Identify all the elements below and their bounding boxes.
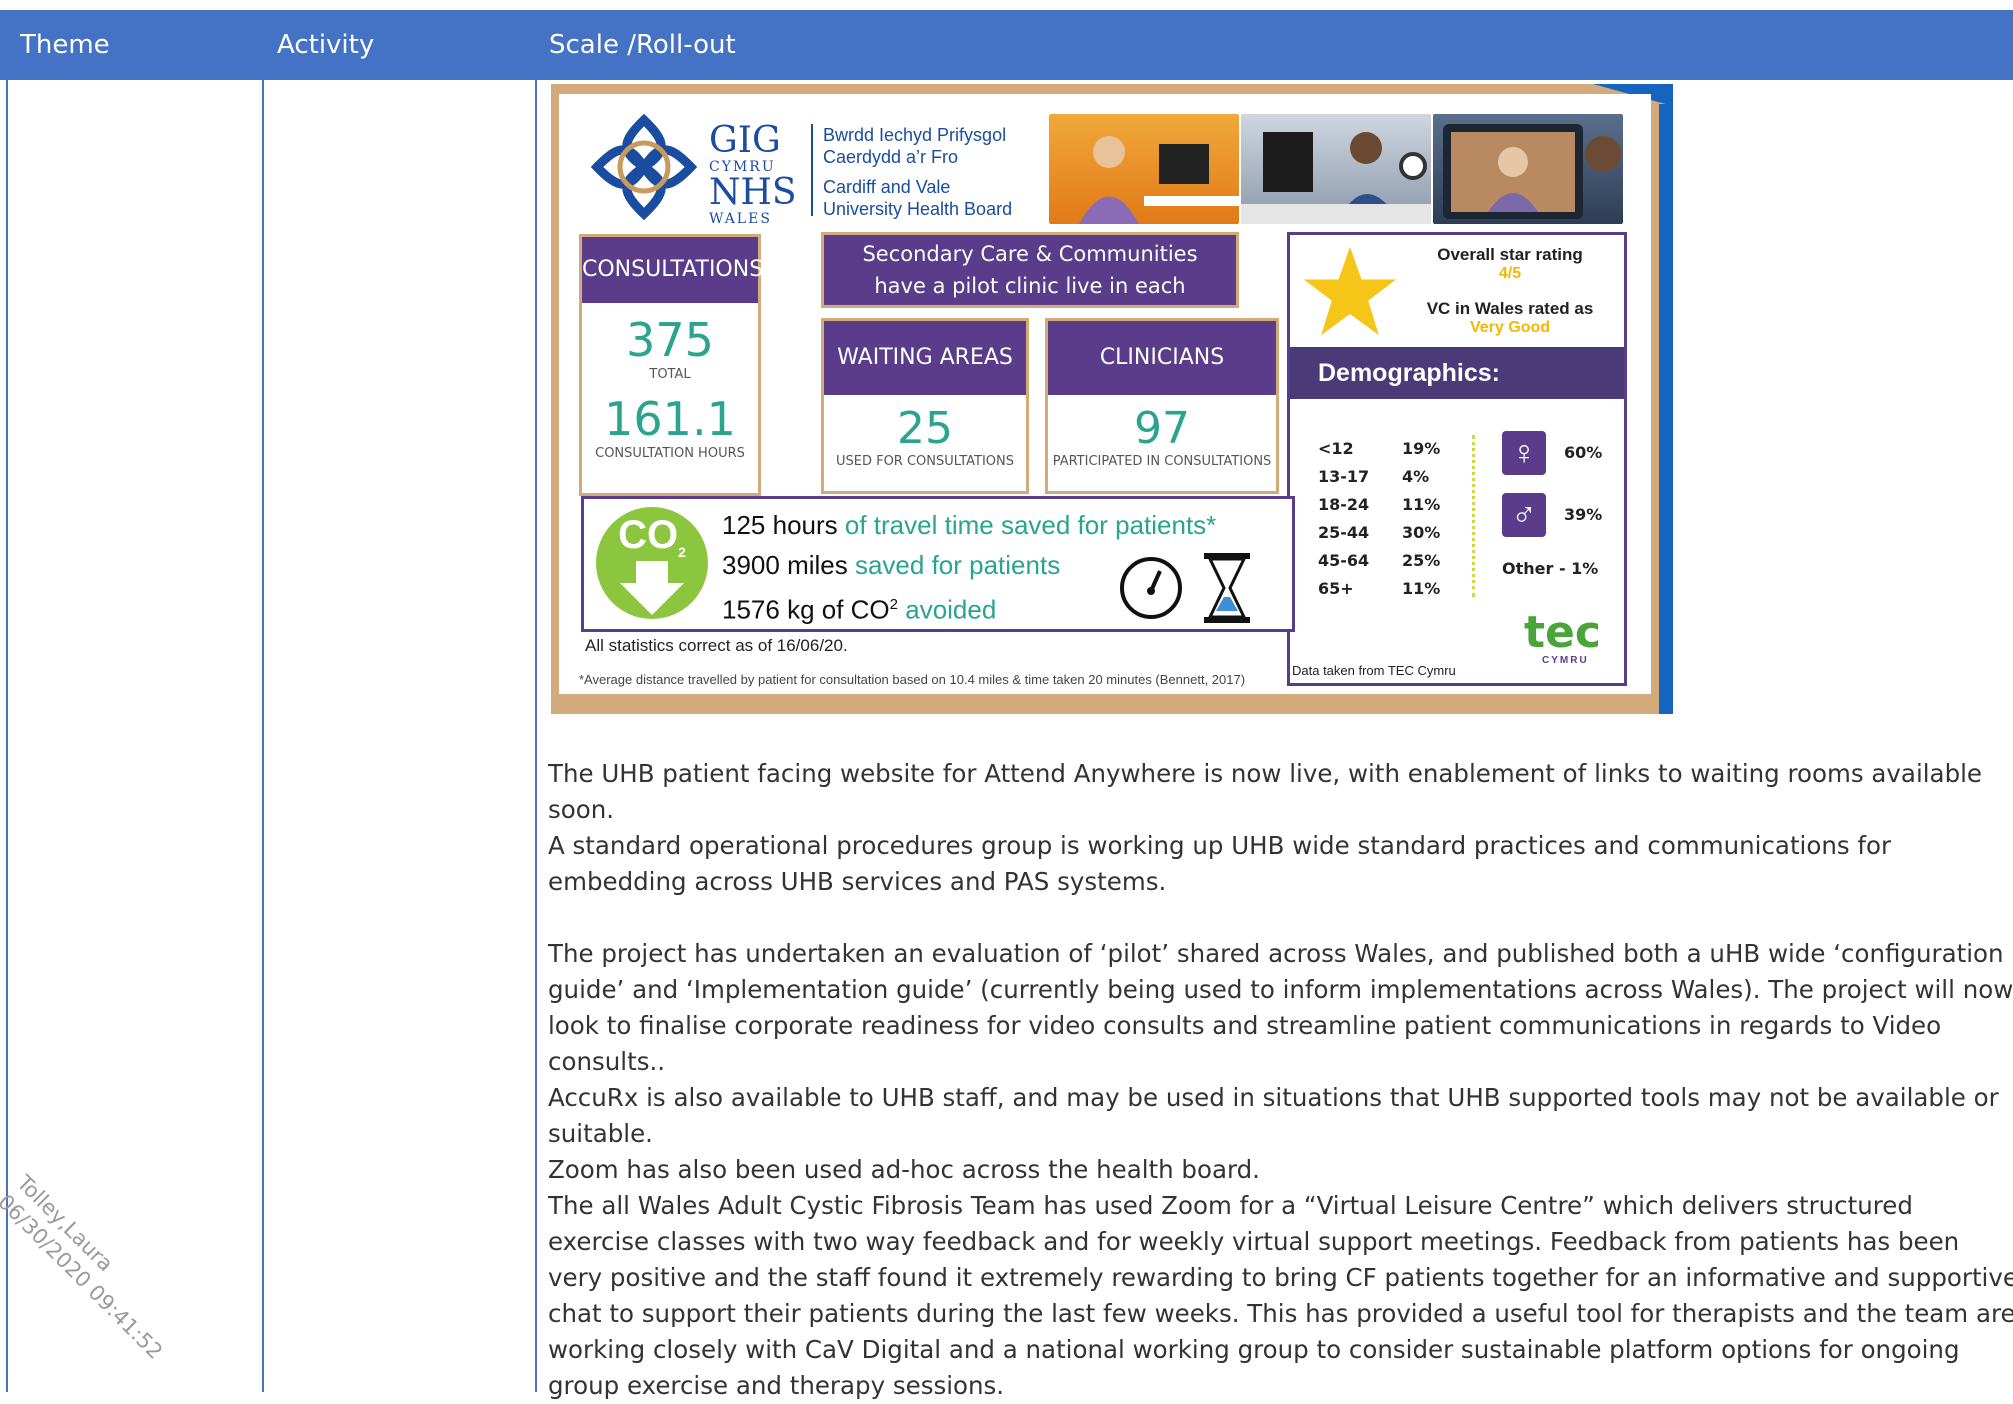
board-welsh-line1: Bwrdd Iechyd Prifysgol [823,125,1007,145]
age-percent: 19% [1402,439,1441,458]
health-board-name: Bwrdd Iechyd Prifysgol Caerdydd a’r Fro … [823,124,1012,220]
co2-avoided-value: 1576 kg of CO [722,594,890,625]
co2-superscript: 2 [889,596,898,613]
header-activity: Activity [277,30,375,60]
gig-nhs-wordmark: GIG CYMRU NHS WALES [709,120,797,227]
waiting-areas-value: 25 [897,403,953,454]
age-range: 13-17 [1318,467,1370,486]
age-range: 25-44 [1318,523,1370,542]
female-icon: ♀ [1502,431,1546,475]
wales-text: WALES [709,211,772,227]
secondary-care-text: Secondary Care & Communities have a pilo… [824,235,1236,330]
board-welsh-line2: Caerdydd a’r Fro [823,147,959,167]
tec-logo: tec [1524,607,1601,658]
vc-rating-value: Very Good [1469,319,1551,336]
infographic-panel: GIG CYMRU NHS WALES Bwrdd Iechyd Prifysg… [559,94,1651,694]
paragraph-text: The all Wales Adult Cystic Fibrosis Team… [548,1191,2013,1400]
other-percent: Other - 1% [1502,559,1599,578]
paragraph-text: The UHB patient facing website for Atten… [548,759,1983,824]
age-range: <12 [1318,439,1354,458]
photo-video-call-screen [1433,114,1623,224]
secondary-care-banner: Secondary Care & Communities have a pilo… [821,232,1239,330]
demographics-title: Demographics: [1290,347,1624,399]
infographic-footnote: *Average distance travelled by patient f… [579,672,1246,687]
nhs-text: NHS [709,172,797,213]
consultation-hours-value: 161.1 [604,392,736,446]
vc-rating-label: VC in Wales rated as [1426,299,1594,318]
consultation-hours-label: CONSULTATION HOURS [595,446,745,461]
gig-text: GIG [709,120,781,161]
clinicians-header: CLINICIANS [1048,321,1276,395]
co2-avoided-label: avoided [905,594,997,625]
photo-patient-at-computer [1049,114,1239,224]
paragraph-text: A standard operational procedures group … [548,831,1892,896]
savings-card: CO2 125 hours of travel time saved for p… [581,496,1295,632]
nhs-wales-knot-icon [590,113,698,221]
watermark-timestamp: 06/30/2020 09:41:52 [0,1189,168,1364]
age-percent-column: 19% 4% 11% 30% 25% 11% [1402,435,1440,603]
rating-demographics-panel: Overall star rating 4/5 VC in Wales rate… [1287,232,1627,686]
star-icon [1303,246,1397,336]
hours-saved-label: of travel time saved for patients* [844,510,1217,540]
demographics-source: Data taken from TEC Cymru [1292,663,1456,678]
co2-icon-subscript: 2 [678,544,686,560]
consultations-total-label: TOTAL [649,367,691,382]
demographics-divider [1472,435,1475,597]
hourglass-icon [1204,553,1250,623]
paragraph-sop-group: A standard operational procedures group … [548,828,2013,900]
star-rating-value: 4/5 [1498,265,1522,282]
clinicians-label: PARTICIPATED IN CONSULTATIONS [1052,454,1272,469]
watermark: Tolley,Laura 06/30/2020 09:41:52 [0,1170,187,1365]
male-icon: ♂ [1502,493,1546,537]
paragraph-text: AccuRx is also available to UHB staff, a… [548,1083,1999,1148]
age-percent: 11% [1402,495,1441,514]
miles-saved-label: saved for patients [854,550,1061,580]
paragraph-text: Zoom has also been used ad-hoc across th… [548,1155,1260,1184]
age-percent: 30% [1402,523,1441,542]
table-header-row: Theme Activity Scale /Roll-out [0,10,2013,80]
consultations-total-value: 375 [626,313,714,367]
clinicians-card: CLINICIANS 97 PARTICIPATED IN CONSULTATI… [1045,318,1279,494]
female-percent: 60% [1564,443,1603,462]
star-rating-label: Overall star rating [1437,245,1583,264]
board-english-line2: University Health Board [823,199,1013,219]
paragraph-text: The project has undertaken an evaluation… [548,939,2013,1076]
header-theme: Theme [20,30,110,60]
logo-separator [811,124,813,216]
age-range: 18-24 [1318,495,1370,514]
paragraph-evaluation: The project has undertaken an evaluation… [548,936,2013,1080]
watermark-name: Tolley,Laura [12,1170,118,1277]
paragraph-website-live: The UHB patient facing website for Atten… [548,756,2013,828]
age-percent: 4% [1402,467,1430,486]
blue-stripe [1659,104,1673,714]
co2-icon-label: CO [618,513,679,557]
waiting-areas-header: WAITING AREAS [824,321,1026,395]
tec-logo-sub: CYMRU [1542,655,1589,666]
age-percent: 25% [1402,551,1441,570]
waiting-areas-label: USED FOR CONSULTATIONS [835,454,1015,469]
infographic-image: GIG CYMRU NHS WALES Bwrdd Iechyd Prifysg… [551,84,1673,714]
paragraph-zoom: Zoom has also been used ad-hoc across th… [548,1152,2013,1404]
stats-date-note: All statistics correct as of 16/06/20. [585,636,848,655]
speedometer-icon [1120,557,1182,619]
waiting-areas-card: WAITING AREAS 25 USED FOR CONSULTATIONS [821,318,1029,494]
consultations-header: CONSULTATIONS [582,237,763,303]
board-english-line1: Cardiff and Vale [823,177,951,197]
age-range: 65+ [1318,579,1354,598]
paragraph-accurx: AccuRx is also available to UHB staff, a… [548,1080,2013,1152]
column-divider-2 [535,80,537,1392]
clinicians-value: 97 [1134,403,1190,454]
age-range-column: <12 13-17 18-24 25-44 45-64 65+ [1318,435,1369,603]
age-range: 45-64 [1318,551,1370,570]
hours-saved-value: 125 hours [722,510,838,540]
male-percent: 39% [1564,505,1603,524]
miles-saved-value: 3900 miles [722,550,848,580]
co2-icon-text: CO2 [616,513,688,574]
header-scale-rollout: Scale /Roll-out [549,30,736,60]
column-divider-1 [262,80,264,1392]
consultations-card: CONSULTATIONS 375 TOTAL 161.1 CONSULTATI… [579,234,763,496]
photo-clinician-at-desk [1241,114,1431,224]
age-percent: 11% [1402,579,1441,598]
